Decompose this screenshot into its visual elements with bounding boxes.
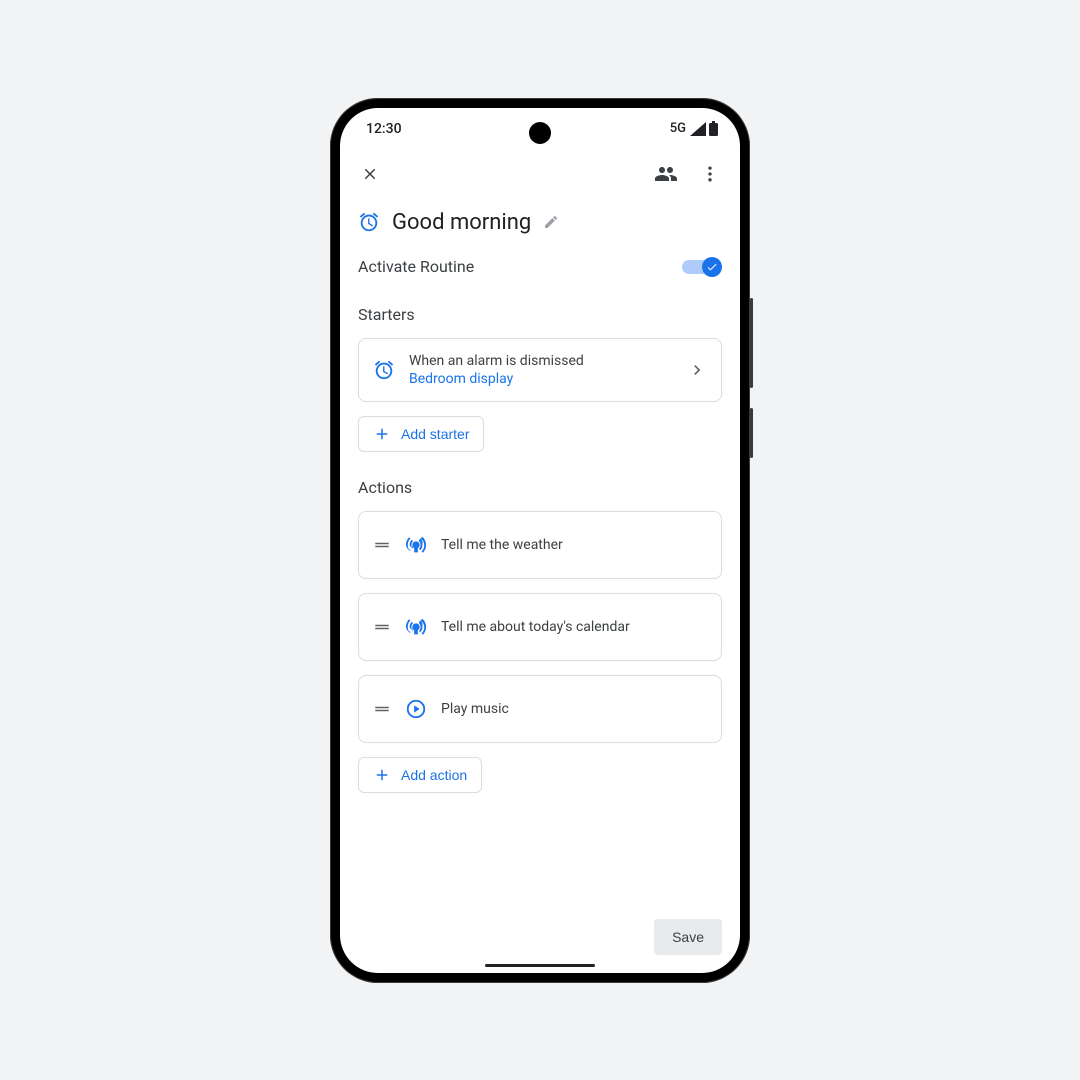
activate-row: Activate Routine [358,257,722,277]
action-label: Tell me about today's calendar [441,619,630,635]
close-icon [361,165,379,183]
status-right: 5G [670,121,718,136]
save-bar: Save [654,919,722,955]
actions-header: Actions [358,478,722,497]
drag-handle-icon [373,700,391,718]
play-icon [405,698,427,720]
action-label: Tell me the weather [441,537,563,553]
close-button[interactable] [358,162,382,186]
alarm-icon [373,359,395,381]
broadcast-icon [405,534,427,556]
nav-handle [485,964,595,967]
save-button[interactable]: Save [654,919,722,955]
action-label: Play music [441,701,509,717]
signal-icon [690,122,706,136]
app-bar [340,150,740,198]
plus-icon [373,425,391,443]
drag-handle[interactable] [373,700,391,718]
chevron-right-icon [687,360,707,380]
pencil-icon [543,214,559,230]
add-action-label: Add action [401,767,467,783]
share-people-button[interactable] [654,162,678,186]
screen: 12:30 5G [340,108,740,973]
starter-card-body: When an alarm is dismissed Bedroom displ… [409,353,673,387]
battery-icon [709,121,718,136]
drag-handle[interactable] [373,536,391,554]
phone-frame: 12:30 5G [330,98,750,983]
add-action-button[interactable]: Add action [358,757,482,793]
action-card[interactable]: Tell me about today's calendar [358,593,722,661]
action-card[interactable]: Play music [358,675,722,743]
status-network: 5G [670,121,686,136]
starters-header: Starters [358,305,722,324]
overflow-menu-button[interactable] [698,162,722,186]
alarm-icon [358,211,380,233]
starter-title: When an alarm is dismissed [409,353,673,369]
add-starter-button[interactable]: Add starter [358,416,484,452]
more-vert-icon [700,164,720,184]
activate-label: Activate Routine [358,257,474,276]
content: Good morning Activate Routine Starters [340,198,740,973]
phone-power-button [750,408,753,458]
status-time: 12:30 [366,121,402,137]
check-icon [706,261,718,273]
drag-handle-icon [373,618,391,636]
drag-handle-icon [373,536,391,554]
broadcast-icon [405,616,427,638]
plus-icon [373,766,391,784]
routine-title: Good morning [392,210,531,235]
drag-handle[interactable] [373,618,391,636]
front-camera [529,122,551,144]
title-row: Good morning [358,210,722,235]
people-icon [654,162,678,186]
activate-toggle[interactable] [682,257,722,277]
action-card[interactable]: Tell me the weather [358,511,722,579]
add-starter-label: Add starter [401,426,469,442]
toggle-thumb [702,257,722,277]
starter-card[interactable]: When an alarm is dismissed Bedroom displ… [358,338,722,402]
edit-title-button[interactable] [543,214,559,230]
starter-subtitle: Bedroom display [409,371,673,387]
phone-volume-button [750,298,753,388]
